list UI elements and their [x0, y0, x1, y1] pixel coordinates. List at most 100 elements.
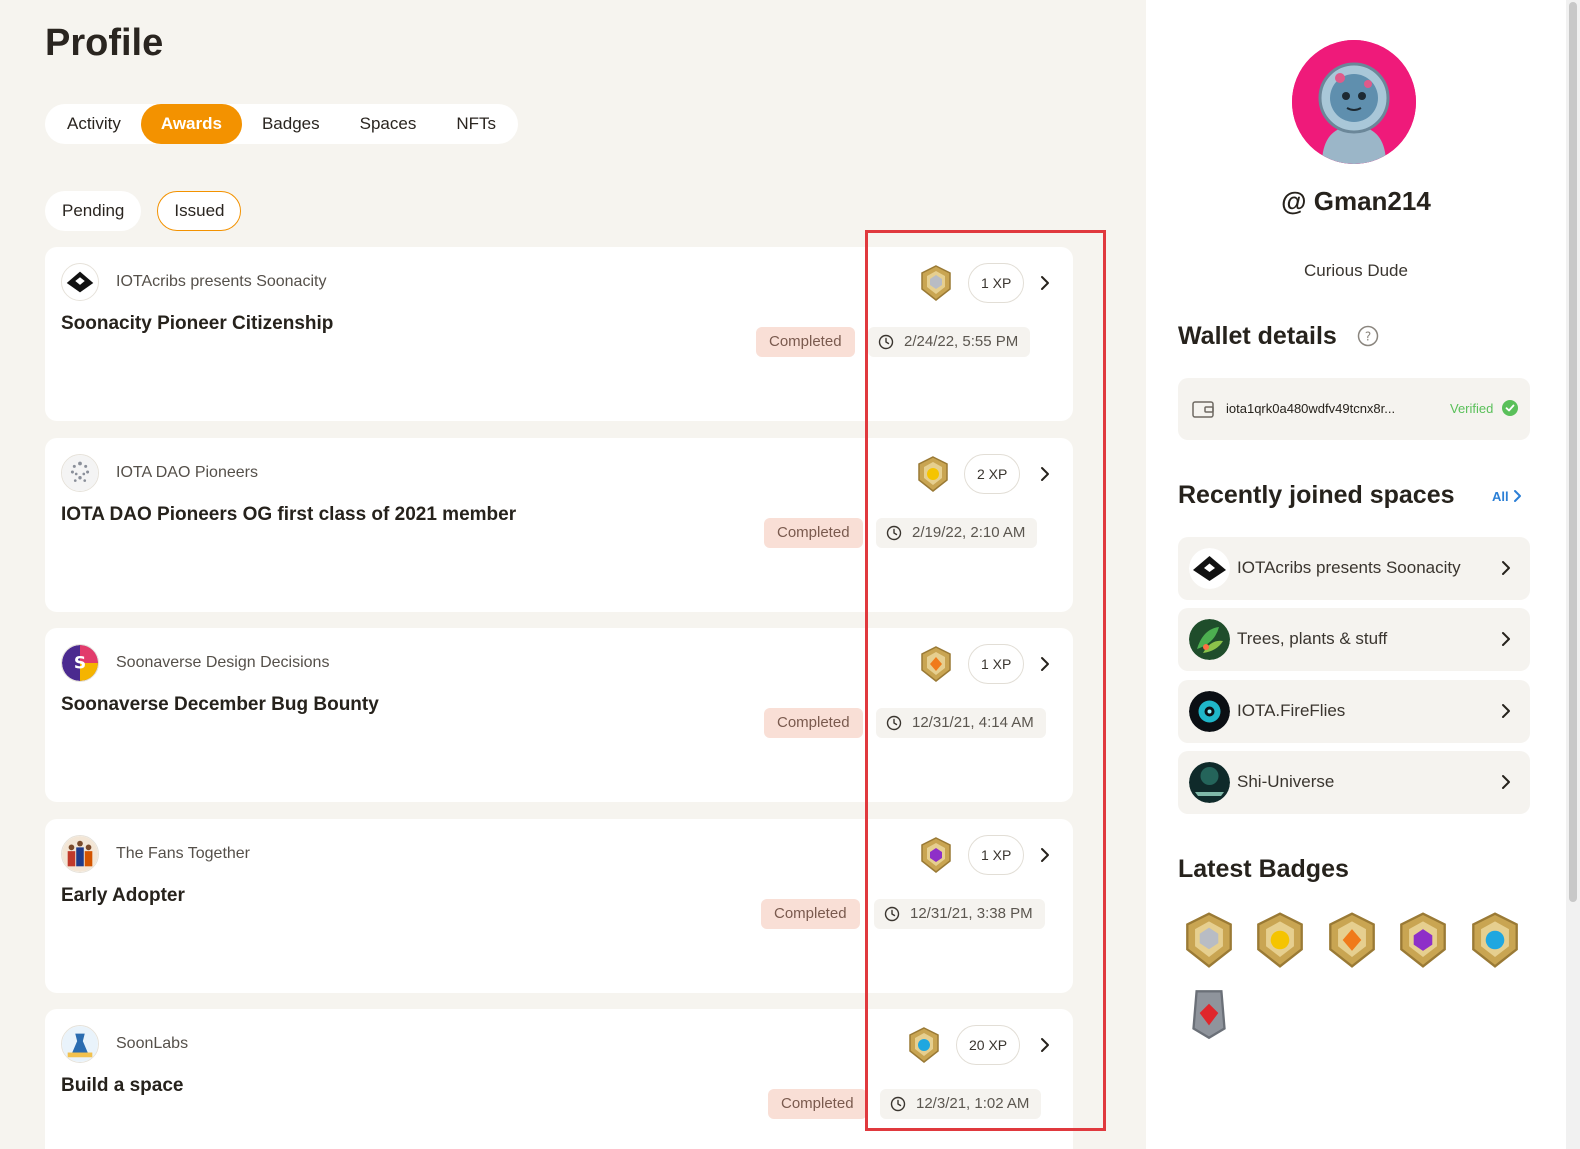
yellow-gem-badge-icon[interactable]	[1249, 909, 1311, 971]
tab-spaces[interactable]: Spaces	[340, 104, 437, 144]
check-circle-icon	[1502, 400, 1518, 416]
chevron-right-icon[interactable]	[1496, 772, 1516, 792]
date-text: 12/31/21, 4:14 AM	[912, 714, 1034, 731]
purple-gem-badge-icon[interactable]	[1392, 909, 1454, 971]
fans-together-logo-icon	[62, 836, 98, 872]
chevron-right-icon[interactable]	[1035, 654, 1055, 674]
space-avatar	[61, 1025, 99, 1063]
page-title: Profile	[45, 22, 164, 64]
verified-label: Verified	[1450, 401, 1494, 416]
iota-logo-icon	[62, 455, 98, 491]
silver-badge-icon[interactable]	[1178, 909, 1240, 971]
status-badge: Completed	[768, 1089, 867, 1119]
orange-gem-badge-icon[interactable]	[1321, 909, 1383, 971]
award-date: 2/24/22, 5:55 PM	[868, 327, 1031, 357]
award-card[interactable]: IOTA DAO Pioneers IOTA DAO Pioneers OG f…	[45, 438, 1073, 612]
clock-icon	[890, 1096, 906, 1112]
username: @ Gman214	[1281, 186, 1431, 216]
plants-logo-icon	[1189, 619, 1230, 660]
clock-icon	[878, 334, 894, 350]
space-name: Shi-Universe	[1237, 772, 1335, 791]
date-text: 12/3/21, 1:02 AM	[916, 1095, 1030, 1112]
clock-icon	[886, 715, 902, 731]
xp-pill: 1 XP	[968, 835, 1025, 875]
chevron-right-icon[interactable]	[1496, 701, 1516, 721]
wallet-card[interactable]: iota1qrk0a480wdfv49tcnx8r... Verified	[1178, 378, 1530, 440]
chevron-right-icon[interactable]	[1035, 1035, 1055, 1055]
soonacity-logo-icon	[62, 264, 98, 300]
soonlabs-logo-icon	[62, 1026, 98, 1062]
space-row[interactable]: IOTAcribs presents Soonacity	[1178, 537, 1530, 600]
subtab-issued[interactable]: Issued	[157, 191, 242, 231]
award-card[interactable]: S Soonaverse Design Decisions Soonaverse…	[45, 628, 1073, 802]
space-avatar	[1189, 691, 1230, 732]
yellow-gem-badge-icon	[913, 454, 953, 494]
avatar[interactable]	[1292, 40, 1416, 164]
status-badge: Completed	[764, 708, 863, 738]
soonaverse-logo-icon: S	[62, 645, 98, 681]
xp-pill: 1 XP	[968, 263, 1025, 303]
space-row[interactable]: Shi-Universe	[1178, 751, 1530, 814]
xp-pill: 2 XP	[964, 454, 1021, 494]
svg-text:S: S	[74, 654, 86, 674]
xp-pill: 20 XP	[956, 1025, 1021, 1065]
space-name: IOTA.FireFlies	[1237, 701, 1346, 720]
chevron-right-icon[interactable]	[1035, 845, 1055, 865]
space-avatar	[1189, 619, 1230, 660]
help-icon[interactable]: ?	[1357, 325, 1379, 347]
tab-nfts[interactable]: NFTs	[436, 104, 516, 144]
soonacity-logo-icon	[1189, 548, 1230, 589]
all-spaces-link[interactable]: All	[1492, 489, 1509, 504]
award-card[interactable]: The Fans Together Early Adopter 1 XP Com…	[45, 819, 1073, 993]
blue-gem-badge-icon[interactable]	[1464, 909, 1526, 971]
award-date: 12/31/21, 4:14 AM	[876, 708, 1046, 738]
space-name: The Fans Together	[116, 845, 251, 862]
space-name: Soonaverse Design Decisions	[116, 654, 330, 671]
chevron-right-icon[interactable]	[1510, 488, 1524, 504]
subtab-pending[interactable]: Pending	[45, 191, 142, 231]
space-name: Trees, plants & stuff	[1237, 629, 1388, 648]
purple-gem-badge-icon	[916, 835, 956, 875]
tab-awards[interactable]: Awards	[140, 104, 242, 144]
tab-badges[interactable]: Badges	[242, 104, 340, 144]
svg-text:?: ?	[1365, 330, 1371, 344]
blue-gem-badge-icon	[904, 1025, 944, 1065]
award-title: Soonaverse December Bug Bounty	[61, 694, 379, 715]
award-title: Soonacity Pioneer Citizenship	[61, 313, 334, 334]
award-title: IOTA DAO Pioneers OG first class of 2021…	[61, 504, 517, 525]
wallet-address: iota1qrk0a480wdfv49tcnx8r...	[1226, 401, 1396, 416]
chevron-right-icon[interactable]	[1496, 558, 1516, 578]
space-avatar	[61, 263, 99, 301]
latest-badges-title: Latest Badges	[1178, 855, 1349, 883]
space-avatar	[1189, 548, 1230, 589]
clock-icon	[884, 906, 900, 922]
clock-icon	[886, 525, 902, 541]
main-content: Profile Activity Awards Badges Spaces NF…	[0, 0, 1146, 1149]
award-date: 2/19/22, 2:10 AM	[876, 518, 1038, 548]
scrollbar-thumb[interactable]	[1569, 2, 1577, 902]
award-title: Early Adopter	[61, 885, 185, 906]
date-text: 2/19/22, 2:10 AM	[912, 524, 1026, 541]
date-text: 2/24/22, 5:55 PM	[904, 333, 1019, 350]
space-name: IOTA DAO Pioneers	[116, 464, 258, 481]
space-name: SoonLabs	[116, 1035, 189, 1052]
award-filter-tabs: Pending Issued	[45, 191, 242, 231]
chevron-right-icon[interactable]	[1035, 273, 1055, 293]
award-card[interactable]: IOTAcribs presents Soonacity Soonacity P…	[45, 247, 1073, 421]
recent-spaces-title: Recently joined spaces	[1178, 481, 1455, 509]
status-badge: Completed	[761, 899, 860, 929]
tab-activity[interactable]: Activity	[47, 104, 141, 144]
award-date: 12/31/21, 3:38 PM	[874, 899, 1045, 929]
space-row[interactable]: IOTA.FireFlies	[1178, 680, 1530, 743]
silver-badge-icon	[916, 263, 956, 303]
profile-sidebar: @ Gman214 Curious Dude Wallet details ? …	[1146, 0, 1566, 1149]
space-name: IOTAcribs presents Soonacity	[116, 273, 327, 290]
award-card[interactable]: SoonLabs Build a space 20 XP Completed 1…	[45, 1009, 1073, 1149]
chevron-right-icon[interactable]	[1496, 629, 1516, 649]
red-gem-badge-icon[interactable]	[1178, 982, 1240, 1044]
award-date: 12/3/21, 1:02 AM	[880, 1089, 1042, 1119]
space-row[interactable]: Trees, plants & stuff	[1178, 608, 1530, 671]
chevron-right-icon[interactable]	[1035, 464, 1055, 484]
scrollbar[interactable]	[1566, 0, 1580, 1149]
space-name: IOTAcribs presents Soonacity	[1237, 558, 1461, 577]
